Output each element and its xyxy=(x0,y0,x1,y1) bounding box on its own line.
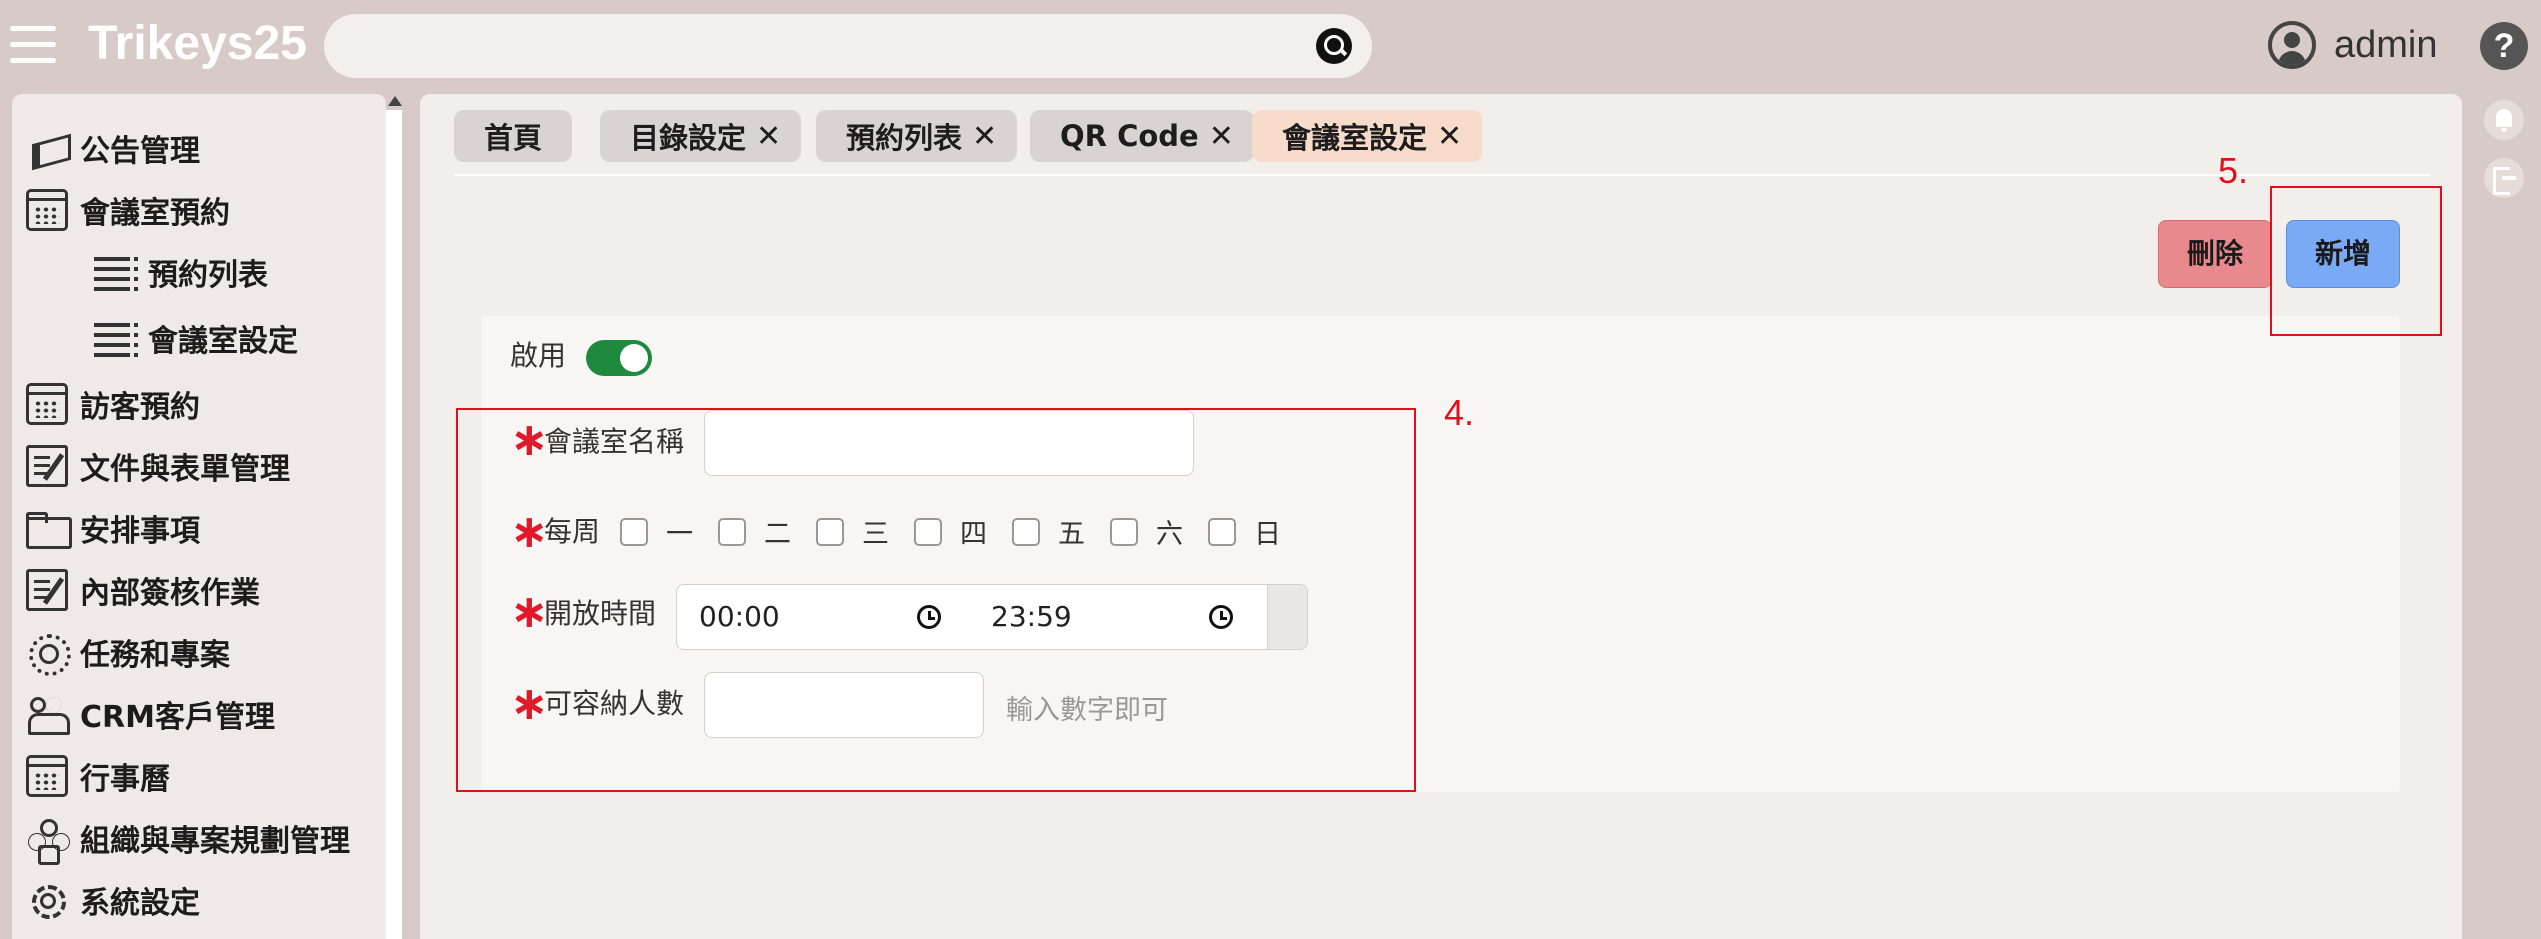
sidebar-item-label: 會議室預約 xyxy=(80,196,230,231)
sidebar-item-crm[interactable]: CRM客戶管理 xyxy=(26,688,275,740)
document-edit-icon xyxy=(26,569,68,611)
search-bar xyxy=(324,14,1372,78)
close-icon[interactable]: ✕ xyxy=(1209,119,1234,154)
sidebar-item-meeting-room-booking[interactable]: 會議室預約 xyxy=(26,184,230,236)
sidebar-item-documents-forms[interactable]: 文件與表單管理 xyxy=(26,440,290,492)
sidebar-item-announcements[interactable]: 公告管理 xyxy=(26,122,200,174)
sidebar-item-label: 會議室設定 xyxy=(148,324,298,359)
sidebar-item-label: 組織與專案規劃管理 xyxy=(80,824,350,859)
folder-icon xyxy=(26,507,72,549)
tab-directory-settings[interactable]: 目錄設定 ✕ xyxy=(600,110,802,162)
close-icon[interactable]: ✕ xyxy=(972,119,997,154)
scroll-up-arrow-icon[interactable] xyxy=(388,96,402,106)
sidebar-item-arrangements[interactable]: 安排事項 xyxy=(26,502,200,554)
org-chart-icon xyxy=(26,817,68,865)
close-icon[interactable]: ✕ xyxy=(756,119,781,154)
annotation-label-5: 5. xyxy=(2218,150,2249,191)
sidebar-item-booking-list[interactable]: 預約列表 xyxy=(94,246,268,298)
brand-logo[interactable]: Trikeys25 xyxy=(88,16,307,71)
search-input[interactable] xyxy=(324,14,1372,78)
tab-room-settings[interactable]: 會議室設定 ✕ xyxy=(1252,110,1483,162)
sidebar-item-room-settings[interactable]: 會議室設定 xyxy=(94,312,298,364)
enable-label: 啟用 xyxy=(510,339,567,372)
user-avatar-icon xyxy=(2268,21,2316,69)
hamburger-menu-icon[interactable] xyxy=(10,26,56,64)
sidebar-item-label: 預約列表 xyxy=(148,258,268,293)
tab-label: 會議室設定 xyxy=(1282,121,1428,155)
annotation-box-form xyxy=(456,408,1416,792)
tab-label: 目錄設定 xyxy=(630,121,747,155)
sidebar-item-internal-approval[interactable]: 內部簽核作業 xyxy=(26,564,260,616)
top-bar: Trikeys25 admin ? xyxy=(0,0,2541,92)
calendar-icon xyxy=(26,189,68,231)
tab-label: QR Code xyxy=(1060,119,1199,153)
document-edit-icon xyxy=(26,445,68,487)
annotation-box-add xyxy=(2270,186,2442,336)
megaphone-icon xyxy=(26,127,68,169)
sidebar-item-label: CRM客戶管理 xyxy=(80,700,275,735)
sidebar-item-system-settings[interactable]: 系統設定 xyxy=(26,874,200,926)
notification-bell-icon[interactable] xyxy=(2484,100,2524,140)
close-icon[interactable]: ✕ xyxy=(1437,119,1462,154)
tab-divider xyxy=(454,174,2430,176)
sidebar-item-visitor-booking[interactable]: 訪客預約 xyxy=(26,378,200,430)
gear-head-icon xyxy=(26,631,71,676)
sidebar-item-label: 系統設定 xyxy=(80,886,200,921)
calendar-icon xyxy=(26,755,68,797)
gear-icon xyxy=(26,879,68,921)
logout-icon[interactable] xyxy=(2484,158,2524,198)
sidebar-item-org-project-planning[interactable]: 組織與專案規劃管理 xyxy=(26,812,350,865)
enable-toggle[interactable] xyxy=(586,340,652,376)
calendar-icon xyxy=(26,383,68,425)
sidebar-item-label: 任務和專案 xyxy=(80,638,230,673)
search-icon[interactable] xyxy=(1316,28,1352,64)
sidebar-item-label: 文件與表單管理 xyxy=(80,452,290,487)
list-icon xyxy=(94,317,138,359)
sidebar-item-calendar[interactable]: 行事曆 xyxy=(26,750,170,802)
main-panel: 首頁 目錄設定 ✕ 預約列表 ✕ QR Code ✕ 會議室設定 ✕ 刪除 新增… xyxy=(420,94,2462,939)
sidebar-item-tasks-projects[interactable]: 任務和專案 xyxy=(26,626,230,678)
sidebar-item-label: 內部簽核作業 xyxy=(80,576,260,611)
sidebar-scrollbar[interactable] xyxy=(386,110,402,939)
annotation-label-4: 4. xyxy=(1444,392,1475,433)
people-icon xyxy=(26,693,70,735)
sidebar-item-label: 公告管理 xyxy=(80,134,200,169)
tab-label: 首頁 xyxy=(484,121,543,155)
tab-home[interactable]: 首頁 xyxy=(454,110,573,162)
tab-label: 預約列表 xyxy=(846,121,963,155)
tab-booking-list[interactable]: 預約列表 ✕ xyxy=(816,110,1018,162)
delete-button[interactable]: 刪除 xyxy=(2158,220,2272,288)
sidebar-item-label: 安排事項 xyxy=(80,514,200,549)
list-icon xyxy=(94,251,138,293)
tab-qr-code[interactable]: QR Code ✕ xyxy=(1030,110,1254,162)
sidebar-item-label: 行事曆 xyxy=(80,762,170,797)
user-name: admin xyxy=(2334,23,2438,66)
user-menu[interactable]: admin xyxy=(2268,20,2438,70)
help-icon[interactable]: ? xyxy=(2480,22,2528,70)
sidebar-item-label: 訪客預約 xyxy=(80,390,200,425)
